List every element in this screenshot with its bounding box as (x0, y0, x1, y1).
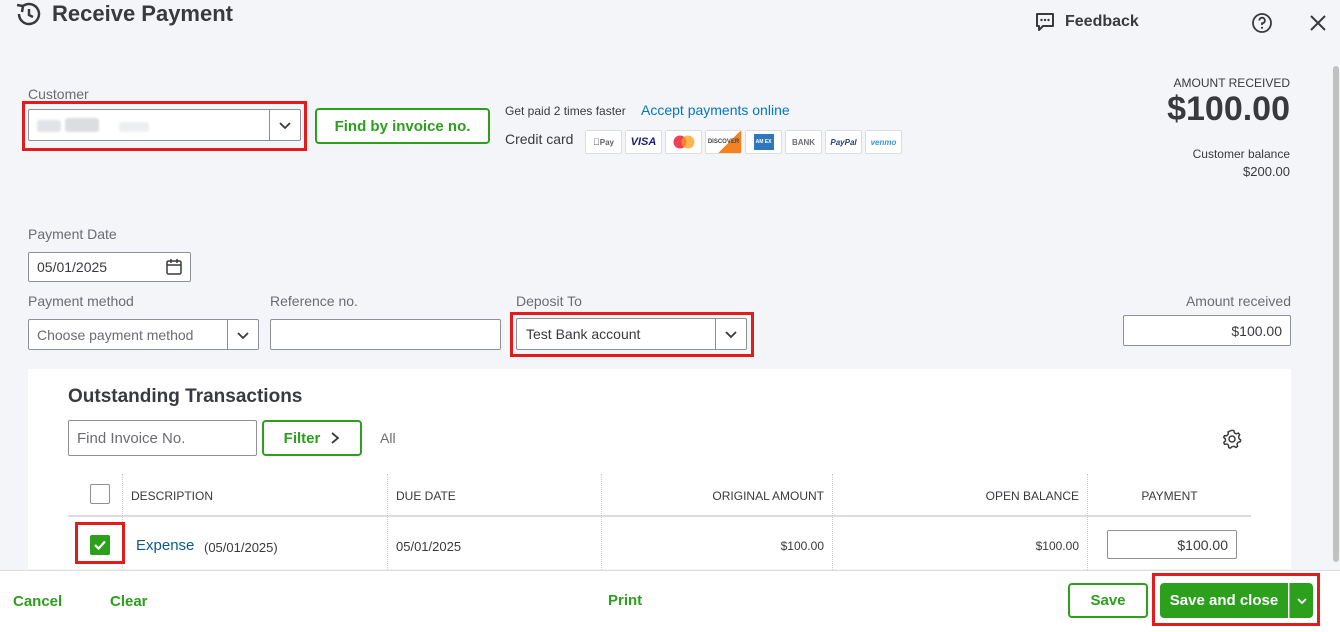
amount-received-summary-value: $100.00 (1167, 90, 1290, 128)
reference-no-input[interactable] (270, 319, 501, 350)
calendar-icon[interactable] (165, 258, 183, 276)
amount-received-input[interactable]: $100.00 (1123, 315, 1291, 346)
find-invoice-input[interactable]: Find Invoice No. (68, 420, 257, 456)
payment-method-placeholder: Choose payment method (37, 326, 194, 343)
get-paid-promo: Get paid 2 times faster (505, 104, 626, 118)
payment-method-select[interactable]: Choose payment method (28, 319, 259, 350)
bank-icon: BANK (785, 130, 822, 154)
page-title: Receive Payment (52, 1, 233, 26)
column-header-open-balance: OPEN BALANCE (985, 488, 1079, 503)
history-icon[interactable] (14, 0, 44, 28)
column-header-original-amount: ORIGINAL AMOUNT (712, 488, 824, 503)
filter-button[interactable]: Filter (262, 420, 362, 456)
amount-received-label: Amount received (1185, 293, 1291, 309)
payment-method-icons: Pay VISA DISCOVER AM EX BANK PayPal ven… (585, 130, 902, 154)
redacted-customer-name-part (119, 122, 149, 132)
feedback-label: Feedback (1065, 13, 1139, 30)
print-button[interactable]: Print (608, 592, 642, 609)
chevron-down-icon[interactable] (269, 110, 300, 140)
clear-button[interactable]: Clear (110, 593, 148, 610)
mastercard-icon (665, 130, 702, 154)
customer-label: Customer (28, 86, 89, 102)
venmo-icon: venmo (865, 130, 902, 154)
filter-state: All (380, 430, 396, 446)
deposit-to-label: Deposit To (516, 293, 582, 309)
visa-icon: VISA (625, 130, 662, 154)
amex-icon: AM EX (745, 130, 782, 154)
payment-date-value: 05/01/2025 (37, 259, 108, 275)
chevron-down-icon[interactable] (227, 320, 258, 349)
column-header-payment: PAYMENT (1141, 488, 1198, 503)
feedback-icon (1036, 13, 1054, 31)
scrollbar-thumb[interactable] (1333, 66, 1339, 562)
chevron-down-icon (1296, 597, 1307, 604)
paypal-icon: PayPal (825, 130, 862, 154)
save-and-close-button[interactable]: Save and close (1160, 583, 1288, 618)
filter-label: Filter (283, 429, 321, 447)
chevron-down-icon[interactable] (715, 319, 746, 349)
apple-pay-icon: Pay (585, 130, 622, 154)
payment-date-label: Payment Date (28, 226, 117, 242)
transaction-description-link[interactable]: Expense (136, 537, 194, 554)
checkmark-icon (94, 540, 106, 551)
customer-balance-label: Customer balance (1192, 147, 1290, 161)
save-options-dropdown[interactable] (1289, 583, 1313, 618)
column-divider (601, 474, 602, 570)
deposit-to-value: Test Bank account (526, 326, 641, 342)
amount-received-summary-label: AMOUNT RECEIVED (1173, 76, 1290, 90)
transaction-original-amount: $100.00 (780, 539, 824, 553)
payment-date-input[interactable]: 05/01/2025 (28, 252, 191, 282)
redacted-customer-name-part (65, 118, 99, 132)
redacted-customer-name (37, 120, 61, 132)
column-divider (1087, 474, 1088, 570)
deposit-to-select[interactable]: Test Bank account (516, 318, 747, 350)
cancel-button[interactable]: Cancel (13, 593, 62, 610)
customer-select[interactable] (28, 109, 301, 141)
save-button[interactable]: Save (1068, 583, 1148, 618)
discover-icon: DISCOVER (705, 130, 742, 154)
transaction-open-balance: $100.00 (1035, 539, 1079, 553)
credit-card-label: Credit card (505, 131, 574, 147)
accept-payments-link[interactable]: Accept payments online (641, 102, 790, 118)
table-row-checkbox[interactable] (90, 535, 110, 555)
reference-no-label: Reference no. (270, 293, 358, 309)
chevron-right-icon (331, 432, 340, 444)
customer-balance-value: $200.00 (1243, 164, 1290, 179)
transaction-payment-input[interactable]: $100.00 (1107, 530, 1237, 559)
column-divider (832, 474, 833, 570)
column-header-due-date: DUE DATE (396, 488, 456, 503)
transaction-due-date: 05/01/2025 (396, 539, 462, 554)
close-icon[interactable] (1307, 12, 1329, 34)
help-icon[interactable] (1251, 12, 1273, 34)
column-header-description: DESCRIPTION (131, 488, 214, 503)
transaction-description-date: (05/01/2025) (204, 540, 278, 555)
column-divider (387, 474, 388, 570)
gear-icon[interactable] (1221, 428, 1243, 450)
payment-method-label: Payment method (28, 293, 134, 309)
outstanding-transactions-title: Outstanding Transactions (68, 386, 303, 407)
feedback-button[interactable]: Feedback (1034, 11, 1139, 33)
select-all-checkbox[interactable] (90, 484, 110, 504)
find-by-invoice-button[interactable]: Find by invoice no. (315, 108, 490, 144)
